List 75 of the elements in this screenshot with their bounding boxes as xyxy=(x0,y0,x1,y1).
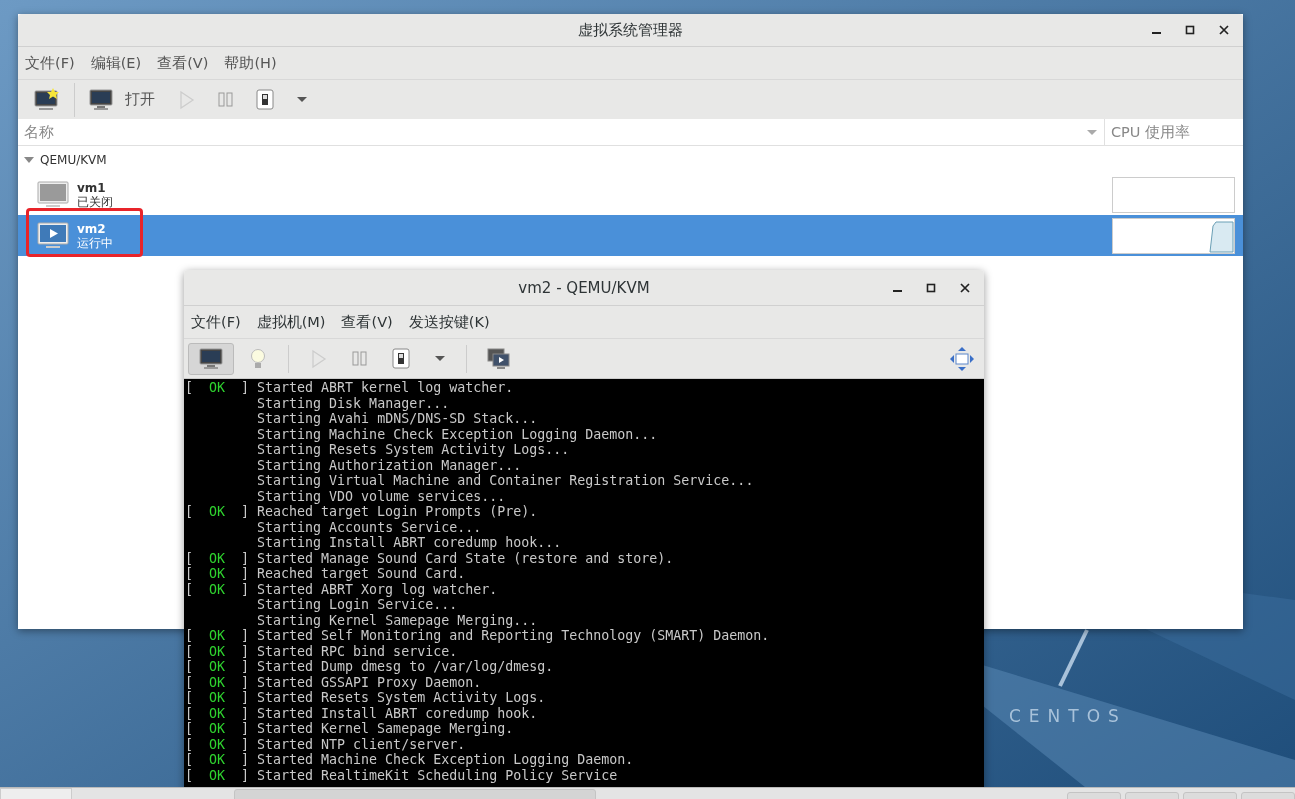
new-vm-icon xyxy=(34,87,60,112)
vm-status: 已关闭 xyxy=(77,194,114,209)
workspace-button[interactable] xyxy=(1241,792,1295,799)
group-label[interactable]: QEMU/KVM xyxy=(40,153,107,167)
console-line: [ OK ] Started Install ABRT coredump hook. xyxy=(184,705,538,721)
maximize-icon xyxy=(1185,25,1195,35)
menu-item[interactable]: 帮助(H) xyxy=(223,51,278,75)
column-header[interactable]: CPU 使用率 xyxy=(1111,122,1191,142)
workspace-button[interactable] xyxy=(1183,792,1237,799)
console-line: [ OK ] Started Machine Check Exception Logging Daemon. xyxy=(184,752,634,768)
console-line: [ OK ] Started Kernel Samepage Merging. xyxy=(184,721,514,737)
window-title: vm2 - QEMU/KVM xyxy=(518,278,650,297)
window-title: 虚拟系统管理器 xyxy=(578,20,683,40)
workspace-button[interactable] xyxy=(1125,792,1179,799)
console-line: [ OK ] Started Resets System Activity Logs. xyxy=(184,690,546,706)
vm-status: 运行中 xyxy=(77,235,114,250)
console-line: Starting Install ABRT coredump hook... xyxy=(256,535,562,551)
caret-icon xyxy=(434,355,446,362)
vm-name: vm1 xyxy=(77,180,107,195)
switch-icon xyxy=(392,348,410,369)
console-line: [ OK ] Started ABRT kernel log watcher. xyxy=(184,380,514,396)
console-line: Starting Kernel Samepage Merging... xyxy=(256,612,538,628)
minimize-icon xyxy=(1152,32,1161,34)
console-line: Starting Virtual Machine and Container Registration Service... xyxy=(256,473,754,489)
console-line: [ OK ] Reached target Sound Card. xyxy=(184,566,466,582)
minimize-icon xyxy=(893,289,902,292)
open-button[interactable]: 打开 xyxy=(81,82,163,117)
menu-item[interactable]: 发送按键(K) xyxy=(407,310,491,334)
play-icon xyxy=(309,348,327,369)
sort-caret-icon xyxy=(1086,128,1098,136)
column-header[interactable]: 名称 xyxy=(24,122,54,142)
console-line: Starting Avahi mDNS/DNS-SD Stack... xyxy=(256,411,538,427)
console-line: [ OK ] Started RealtimeKit Scheduling Policy Service xyxy=(184,767,618,783)
console-line: Starting Disk Manager... xyxy=(256,395,450,411)
maximize-icon xyxy=(926,282,936,293)
console-line: Starting Authorization Manager... xyxy=(256,457,522,473)
menu-item[interactable]: 查看(V) xyxy=(156,51,210,75)
menu-item[interactable]: 文件(F) xyxy=(24,51,76,75)
workspace-button[interactable] xyxy=(1067,792,1121,799)
taskbar-button[interactable] xyxy=(0,788,72,799)
menu-item[interactable]: 文件(F) xyxy=(190,310,242,334)
menu-item[interactable]: 查看(V) xyxy=(340,310,394,334)
fullscreen-icon xyxy=(950,346,974,371)
play-icon xyxy=(177,89,195,110)
console-line: [ OK ] Reached target Login Prompts (Pre). xyxy=(184,504,538,520)
console-line: [ OK ] Started NTP client/server. xyxy=(184,736,466,752)
caret-icon xyxy=(296,96,308,103)
switch-icon xyxy=(256,89,274,110)
console-line: Starting Resets System Activity Logs... xyxy=(256,442,570,458)
monitor-icon xyxy=(199,347,223,370)
lightbulb-icon xyxy=(248,347,268,370)
monitors-icon xyxy=(487,347,510,370)
console-line: [ OK ] Started Self Monitoring and Reporting Technology (SMART) Daemon. xyxy=(184,628,770,644)
close-icon xyxy=(1219,25,1229,35)
wallpaper-logo-text: CENTOS xyxy=(1009,706,1127,726)
console-line: Starting VDO volume services... xyxy=(256,488,506,504)
monitor-icon xyxy=(89,88,113,111)
console-line: Starting Accounts Service... xyxy=(256,519,482,535)
console-line: Starting Login Service... xyxy=(256,597,458,613)
console-line: Starting Machine Check Exception Logging Daemon... xyxy=(256,426,658,442)
pause-icon xyxy=(217,90,234,109)
vm-name: vm2 xyxy=(77,221,107,236)
toolbar-button[interactable] xyxy=(188,342,234,375)
close-icon xyxy=(960,282,970,293)
console-line: [ OK ] Started ABRT Xorg log watcher. xyxy=(184,581,498,597)
menu-item[interactable]: 虚拟机(M) xyxy=(255,310,327,334)
console-line: [ OK ] Started Manage Sound Card State (restore and store). xyxy=(184,550,674,566)
console-line: [ OK ] Started GSSAPI Proxy Daemon. xyxy=(184,674,482,690)
vm-row[interactable]: vm2 运行中 xyxy=(18,215,1243,256)
console-line: [ OK ] Started Dump dmesg to /var/log/dmesg. xyxy=(184,659,554,675)
pause-icon xyxy=(351,349,368,368)
vm-row[interactable]: vm1 已关闭 xyxy=(18,174,1243,215)
menu-item[interactable]: 编辑(E) xyxy=(89,51,143,75)
taskbar-button[interactable] xyxy=(234,789,596,799)
console-line: [ OK ] Started RPC bind service. xyxy=(184,643,458,659)
